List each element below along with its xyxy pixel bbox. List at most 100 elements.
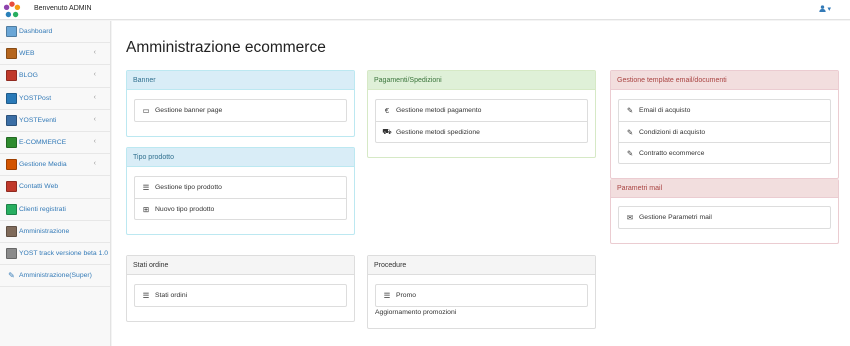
sidebar-item-label: YOST track versione beta 1.0 [19, 249, 109, 257]
panel-stati-ordine: Stati ordine ☰ Stati ordini [126, 255, 355, 322]
list-item[interactable]: ☰ Stati ordini [135, 285, 346, 306]
list-item-label: Email di acquisto [639, 107, 691, 114]
user-menu-button[interactable]: ▾ [818, 5, 831, 13]
panel-heading: Gestione template email/documenti [611, 71, 838, 90]
blog-icon [6, 70, 17, 82]
sidebar-item[interactable]: ✎ Amministrazione(Super) [0, 265, 110, 288]
dashboard-icon [6, 26, 17, 38]
list-icon: ☰ [142, 291, 150, 300]
panel-heading: Stati ordine [127, 256, 354, 275]
panel-heading: Pagamenti/Spedizioni [368, 71, 595, 90]
chevron-left-icon: ‹ [93, 160, 96, 168]
panel-pagamenti-spedizioni: Pagamenti/Spedizioni € Gestione metodi pa… [367, 70, 596, 158]
envelope-icon: ✉ [626, 213, 634, 222]
sidebar-item[interactable]: Amministrazione [0, 221, 110, 243]
list-item-label: Stati ordini [155, 292, 188, 299]
sidebar-item-label: Amministrazione [19, 227, 70, 235]
list-group: ☰ Stati ordini [134, 284, 347, 307]
plus-square-icon: ⊞ [142, 204, 150, 214]
euro-icon: € [384, 106, 390, 115]
sidebar-item-label: BLOG [19, 72, 38, 80]
list-item[interactable]: € Gestione metodi pagamento [376, 100, 587, 121]
list-item-label: Gestione Parametri mail [639, 214, 712, 221]
list-group: ✉ Gestione Parametri mail [618, 206, 831, 229]
list-item-label: Condizioni di acquisto [639, 128, 706, 136]
sidebar-item[interactable]: Contatti Web [0, 176, 110, 199]
sidebar-item[interactable]: Gestione Media ‹ [0, 154, 110, 177]
list-group: ☰ Promo [375, 284, 588, 307]
sidebar-item-label: WEB [19, 50, 35, 58]
list-icon: ☰ [383, 291, 391, 300]
sidebar-item[interactable]: E-COMMERCE ‹ [0, 132, 110, 155]
panel-tipo-prodotto: Tipo prodotto ☰ Gestione tipo prodotto ⊞ Nu… [126, 147, 355, 235]
sidebar-item[interactable]: YOST track versione beta 1.0 [0, 243, 110, 266]
list-item[interactable]: ✎ Condizioni di acquisto [619, 121, 830, 142]
panel-heading: Procedure [368, 256, 595, 275]
wrench-icon: ✎ [8, 271, 15, 281]
sidebar-item-label: Gestione Media [19, 161, 67, 169]
list-item[interactable]: ✉ Gestione Parametri mail [619, 207, 830, 228]
post-icon [6, 92, 17, 104]
panel-procedure: Procedure ☰ Promo Aggiornamento promozion… [367, 255, 596, 329]
sidebar-item[interactable]: WEB ‹ [0, 43, 110, 66]
chevron-left-icon: ‹ [93, 71, 96, 79]
events-icon [6, 114, 17, 126]
list-icon: ☰ [142, 183, 150, 192]
panel-heading: Parametri mail [611, 179, 838, 198]
list-item[interactable]: ✎ Contratto ecommerce [619, 142, 830, 163]
sidebar-item[interactable]: Dashboard [0, 21, 110, 44]
list-item-label: Promo [396, 292, 417, 299]
list-item[interactable]: ▭ Gestione banner page [135, 100, 346, 121]
top-bar: Benvenuto ADMIN ▾ [0, 0, 850, 20]
media-icon [6, 159, 17, 171]
list-group: ✎ Email di acquisto ✎ Condizioni di acquist… [618, 99, 831, 164]
user-icon [818, 5, 826, 12]
ecommerce-icon [6, 137, 17, 149]
truck-icon: ⛟ [382, 127, 392, 136]
list-item[interactable]: ⊞ Nuovo tipo prodotto [135, 198, 346, 219]
chevron-left-icon: ‹ [93, 93, 96, 101]
sidebar-item-label: YOSTEventi [19, 116, 57, 124]
monitor-icon: ▭ [142, 106, 150, 115]
web-icon [6, 48, 17, 60]
panel-heading: Tipo prodotto [127, 148, 354, 167]
clients-icon [6, 203, 17, 215]
list-item-label: Gestione banner page [155, 107, 223, 114]
sidebar-item-label: YOSTPost [19, 94, 52, 102]
list-item-label: Gestione tipo prodotto [155, 184, 222, 191]
chevron-left-icon: ‹ [93, 137, 96, 145]
contacts-icon [6, 181, 17, 193]
chevron-left-icon: ‹ [93, 49, 96, 57]
edit-icon: ✎ [626, 127, 634, 137]
page-title: Amministrazione ecommerce [126, 39, 326, 56]
sidebar-item[interactable]: Clienti registrati [0, 199, 110, 221]
panel-banner: Banner ▭ Gestione banner page [126, 70, 355, 137]
sidebar-item-label: Clienti registrati [19, 205, 66, 213]
sidebar-item-label: Dashboard [19, 28, 53, 36]
list-item[interactable]: ☰ Gestione tipo prodotto [135, 177, 346, 198]
edit-icon: ✎ [626, 106, 634, 115]
list-group: ▭ Gestione banner page [134, 99, 347, 122]
chevron-down-icon: ▾ [827, 6, 831, 13]
sidebar-item-label: Contatti Web [19, 183, 59, 191]
list-item[interactable]: ⛟ Gestione metodi spedizione [376, 121, 587, 142]
chevron-left-icon: ‹ [93, 115, 96, 123]
list-item[interactable]: ✎ Email di acquisto [619, 100, 830, 121]
list-item[interactable]: ☰ Promo [376, 285, 587, 306]
logo-icon[interactable] [3, 1, 21, 19]
edit-icon: ✎ [626, 148, 634, 158]
sidebar-item[interactable]: YOSTEventi ‹ [0, 110, 110, 132]
panel-template-email: Gestione template email/documenti ✎ Email… [610, 70, 839, 179]
list-group: € Gestione metodi pagamento ⛟ Gestione meto… [375, 99, 588, 143]
list-item-label: Gestione metodi pagamento [396, 107, 482, 114]
sidebar-item[interactable]: YOSTPost ‹ [0, 88, 110, 110]
sidebar: Dashboard WEB ‹ BLOG ‹ YOSTPost ‹ YOSTEventi ‹ E-… [0, 21, 111, 346]
list-item-label: Gestione metodi spedizione [396, 128, 480, 136]
procedure-note: Aggiornamento promozioni [375, 309, 457, 316]
list-item-label: Nuovo tipo prodotto [155, 205, 215, 213]
admin-icon [6, 225, 17, 237]
sidebar-item[interactable]: BLOG ‹ [0, 65, 110, 88]
sidebar-item-label: E-COMMERCE [19, 139, 67, 147]
track-icon [6, 247, 17, 259]
panel-heading: Banner [127, 71, 354, 90]
